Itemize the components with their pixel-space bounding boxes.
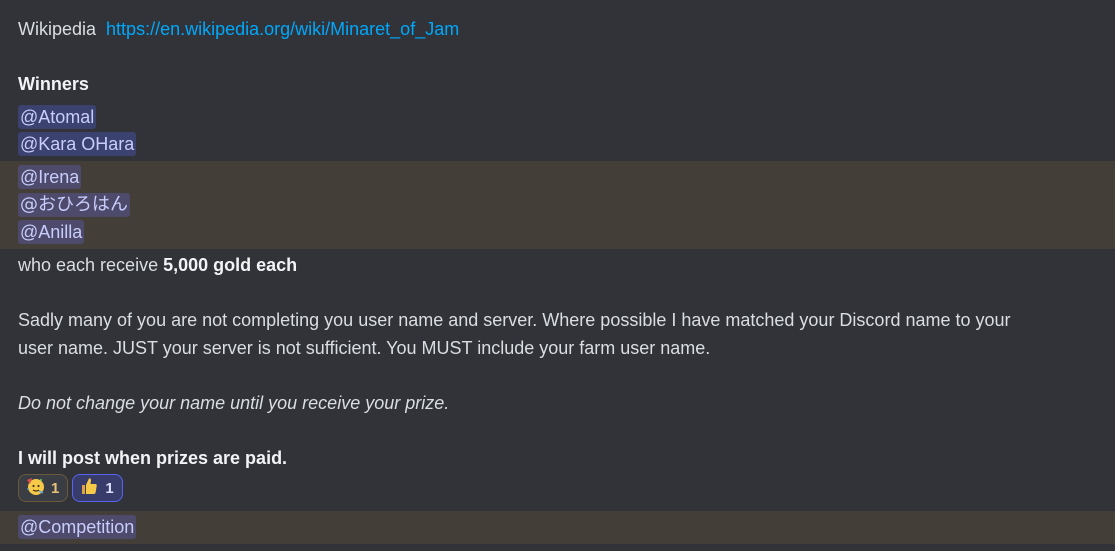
reactions-bar: 1 1 [18, 474, 123, 502]
reaction-thumbs-up[interactable]: 1 [72, 474, 123, 502]
partying-face-icon [25, 476, 45, 500]
winner-mention-row: @Irena [18, 165, 82, 189]
winner-mention-row: @Anilla [18, 220, 85, 244]
user-mention-anilla[interactable]: @Anilla [18, 220, 85, 244]
winner-mention-row: @Kara OHara [18, 132, 137, 156]
post-note: I will post when prizes are paid. [18, 448, 288, 468]
user-mention-atomal[interactable]: @Atomal [18, 105, 97, 129]
receive-line: who each receive 5,000 gold each [18, 253, 297, 277]
message-body: Wikipedia https://en.wikipedia.org/wiki/… [0, 0, 1115, 551]
reaction-count: 1 [51, 479, 60, 497]
wiki-line: Wikipedia https://en.wikipedia.org/wiki/… [18, 17, 459, 41]
receive-amount: 5,000 gold each [163, 255, 298, 275]
thumbs-up-icon [79, 476, 99, 500]
receive-prefix: who each receive [18, 255, 164, 275]
wiki-link[interactable]: https://en.wikipedia.org/wiki/Minaret_of… [106, 19, 459, 39]
wiki-label: Wikipedia [18, 19, 97, 39]
user-mention-ohirohan[interactable]: @おひろはん [18, 193, 130, 217]
role-mention-row: @Competition [18, 515, 137, 539]
role-mention-competition[interactable]: @Competition [18, 515, 137, 539]
reaction-count: 1 [105, 479, 114, 497]
notice-line-2: user name. JUST your server is not suffi… [18, 338, 711, 358]
reaction-partying-face[interactable]: 1 [18, 474, 69, 502]
winners-heading: Winners [18, 74, 89, 94]
user-mention-kara-ohara[interactable]: @Kara OHara [18, 132, 137, 156]
user-mention-irena[interactable]: @Irena [18, 165, 82, 189]
winner-mention-row: @おひろはん [18, 192, 130, 217]
highlighted-mentions-band [0, 161, 1115, 249]
winner-mention-row: @Atomal [18, 105, 97, 129]
italic-note: Do not change your name until you receiv… [18, 393, 450, 413]
notice-line-1: Sadly many of you are not completing you… [18, 310, 1011, 330]
role-mention-band [0, 511, 1115, 544]
